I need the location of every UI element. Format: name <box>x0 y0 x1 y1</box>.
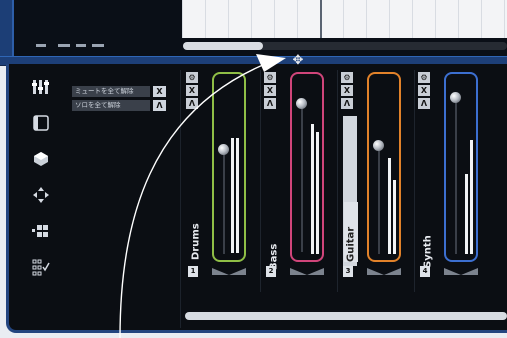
channel-edit-button[interactable]: ⚙ <box>264 72 276 83</box>
channel-strip-bass[interactable]: ⚙ X Λ Bass 2 <box>261 70 337 282</box>
level-meter-left <box>231 138 234 253</box>
channel-mute-button[interactable]: X <box>264 85 276 96</box>
daw-window: { "reset_panel": { "mute_reset_label": "… <box>0 0 507 338</box>
fader-rail <box>223 144 225 254</box>
channel-number: 3 <box>343 266 353 277</box>
level-meter-right <box>470 140 473 254</box>
channel-solo-button[interactable]: Λ <box>418 98 430 109</box>
channel-fader-frame <box>290 72 324 262</box>
channel-number: 4 <box>420 266 430 277</box>
level-meter-right <box>316 132 319 254</box>
channel-number: 2 <box>266 266 276 277</box>
level-meter-right <box>393 180 396 254</box>
level-meter-right <box>236 138 239 253</box>
channel-fader-frame <box>444 72 478 262</box>
solo-reset-button[interactable]: Λ <box>153 100 166 111</box>
channel-name: Synth <box>422 235 434 268</box>
checklist-icon[interactable] <box>30 256 52 278</box>
channel-solo-button[interactable]: Λ <box>186 98 198 109</box>
mixer-icon[interactable] <box>30 76 52 98</box>
level-meter-left <box>388 158 391 254</box>
channel-edit-button[interactable]: ⚙ <box>418 72 430 83</box>
channel-fader-frame <box>367 72 401 262</box>
channel-edit-button[interactable]: ⚙ <box>341 72 353 83</box>
tool-column <box>10 68 60 328</box>
grid-icon[interactable] <box>30 220 52 242</box>
volume-fader-knob[interactable] <box>450 92 461 103</box>
move-icon[interactable] <box>30 184 52 206</box>
channel-number: 1 <box>188 266 198 277</box>
level-meter-left <box>465 174 468 254</box>
mute-reset-button[interactable]: X <box>153 86 166 97</box>
reset-panel: ミュートを全て解除 X ソロを全て解除 Λ <box>62 70 181 328</box>
volume-fader-knob[interactable] <box>373 140 384 151</box>
solo-reset-row: ソロを全て解除 Λ <box>72 100 166 111</box>
instrument-icon[interactable] <box>30 148 52 170</box>
overview-bar <box>58 44 70 47</box>
arrange-grid[interactable] <box>182 0 507 38</box>
channel-name: Drums <box>190 223 202 260</box>
channel-solo-button[interactable]: Λ <box>264 98 276 109</box>
arrange-scrollbar[interactable] <box>183 42 507 50</box>
fader-rail <box>378 144 380 254</box>
overview-bar <box>92 44 104 47</box>
fader-rail <box>301 102 303 252</box>
mute-reset-row: ミュートを全て解除 X <box>72 86 166 97</box>
frame-border <box>0 0 14 58</box>
mute-reset-label: ミュートを全て解除 <box>72 86 150 97</box>
channel-strip-guitar[interactable]: ⚙ X Λ Guitar 3 <box>338 70 414 282</box>
volume-fader-knob[interactable] <box>296 98 307 109</box>
fader-rail <box>455 96 457 254</box>
channel-strip-synth[interactable]: ⚙ X Λ Synth 4 <box>415 70 491 282</box>
overview-bar <box>76 44 86 47</box>
channel-mute-button[interactable]: X <box>186 85 198 96</box>
pan-icon[interactable] <box>212 268 246 276</box>
level-meter-left <box>311 124 314 254</box>
resize-cursor-icon: ✥ <box>292 53 304 68</box>
channel-name: Bass <box>268 243 280 270</box>
channel-strip-drums[interactable]: ⚙ X Λ Drums 1 <box>183 70 259 282</box>
volume-fader-knob[interactable] <box>218 144 229 155</box>
inspector-icon[interactable] <box>30 112 52 134</box>
channel-solo-button[interactable]: Λ <box>341 98 353 109</box>
overview-bar <box>36 44 46 47</box>
pan-icon[interactable] <box>367 268 401 276</box>
channel-name: Guitar <box>344 202 358 262</box>
playhead[interactable] <box>320 0 322 38</box>
channel-mute-button[interactable]: X <box>341 85 353 96</box>
pan-icon[interactable] <box>290 268 324 276</box>
mixer-scrollbar[interactable] <box>185 312 507 320</box>
channel-mute-button[interactable]: X <box>418 85 430 96</box>
channel-edit-button[interactable]: ⚙ <box>186 72 198 83</box>
pan-icon[interactable] <box>444 268 478 276</box>
channel-fader-frame <box>212 72 246 262</box>
scrollbar-thumb[interactable] <box>183 42 263 50</box>
solo-reset-label: ソロを全て解除 <box>72 100 150 111</box>
